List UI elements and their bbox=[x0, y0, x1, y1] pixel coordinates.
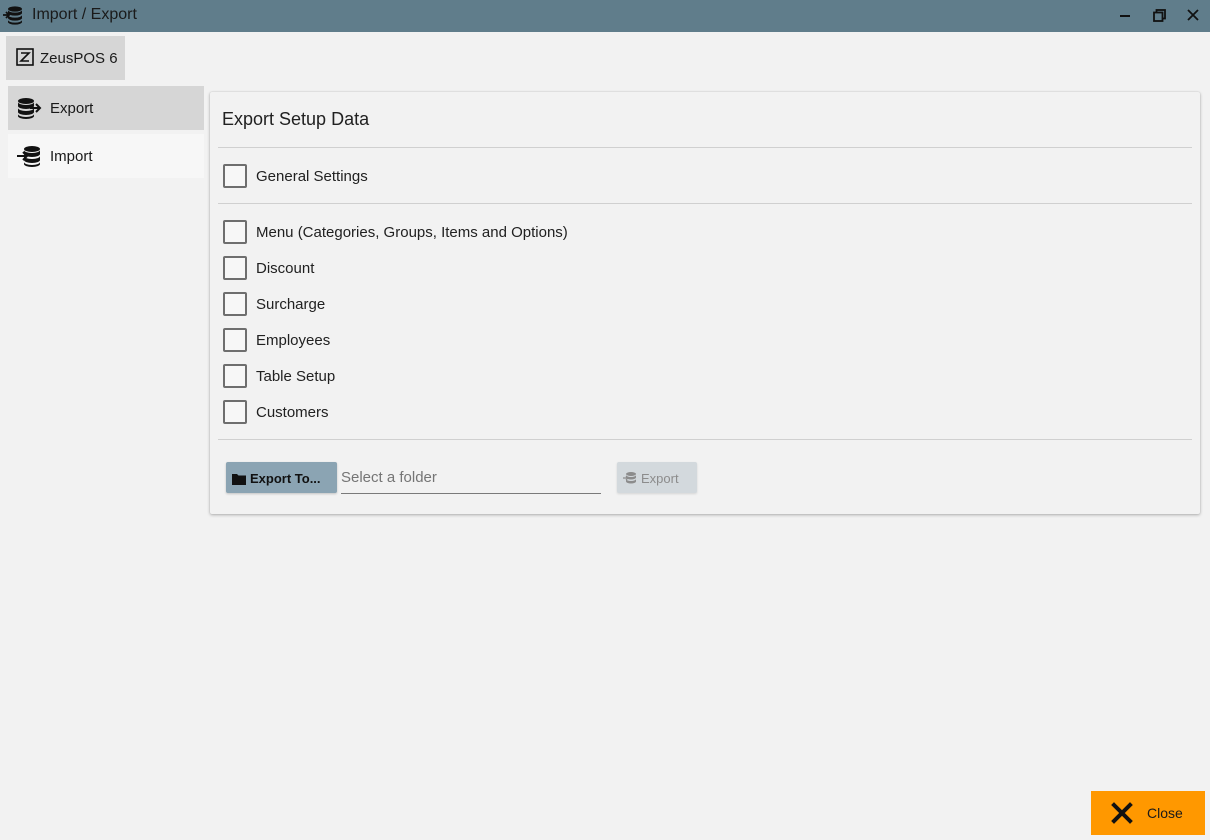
checkbox-box[interactable] bbox=[223, 220, 247, 244]
checkbox-general-settings[interactable]: General Settings bbox=[223, 163, 368, 189]
checkbox-box[interactable] bbox=[223, 292, 247, 316]
checkbox-label: Table Setup bbox=[256, 367, 336, 385]
checkbox-label: Employees bbox=[256, 331, 331, 349]
close-button[interactable]: Close bbox=[1091, 791, 1205, 835]
export-to-label: Export To... bbox=[250, 471, 321, 486]
import-export-window: Import / Export ZeusPOS 6 Export Import … bbox=[0, 0, 1210, 840]
sidebar-item-label: Import bbox=[50, 148, 93, 165]
checkbox-box[interactable] bbox=[223, 364, 247, 388]
window-close-button[interactable] bbox=[1181, 4, 1205, 26]
minimize-icon bbox=[1120, 15, 1130, 17]
divider bbox=[218, 147, 1192, 148]
window-title: Import / Export bbox=[32, 6, 137, 23]
close-button-label: Close bbox=[1147, 805, 1183, 821]
export-button-label: Export bbox=[641, 471, 679, 486]
title-bar: Import / Export bbox=[0, 0, 1210, 32]
checkbox-label: Discount bbox=[256, 259, 315, 277]
divider bbox=[218, 203, 1192, 204]
export-setup-panel: Export Setup Data General Settings Menu … bbox=[210, 92, 1200, 514]
restore-icon bbox=[1152, 8, 1166, 22]
database-import-icon bbox=[16, 143, 42, 169]
sidebar-item-label: Export bbox=[50, 100, 94, 117]
checkbox-box[interactable] bbox=[223, 328, 247, 352]
database-export-icon bbox=[623, 471, 637, 485]
database-export-icon bbox=[16, 95, 42, 121]
checkbox-discount[interactable]: Discount bbox=[223, 255, 314, 281]
checkbox-box[interactable] bbox=[223, 256, 247, 280]
checkbox-table-setup[interactable]: Table Setup bbox=[223, 363, 335, 389]
sidebar-item-import[interactable]: Import bbox=[8, 134, 204, 178]
sidebar-item-export[interactable]: Export bbox=[8, 86, 204, 130]
close-icon bbox=[1111, 802, 1133, 824]
checkbox-label: Menu (Categories, Groups, Items and Opti… bbox=[256, 223, 568, 241]
export-button[interactable]: Export bbox=[617, 462, 697, 493]
checkbox-box[interactable] bbox=[223, 400, 247, 424]
database-arrow-icon bbox=[2, 4, 24, 26]
checkbox-label: Customers bbox=[256, 403, 329, 421]
restore-button[interactable] bbox=[1147, 4, 1171, 26]
checkbox-label: Surcharge bbox=[256, 295, 326, 313]
minimize-button[interactable] bbox=[1113, 4, 1137, 26]
z-logo-icon bbox=[16, 48, 34, 66]
folder-icon bbox=[232, 472, 246, 485]
checkbox-box[interactable] bbox=[223, 164, 247, 188]
checkbox-surcharge[interactable]: Surcharge bbox=[223, 291, 325, 317]
export-to-button[interactable]: Export To... bbox=[226, 462, 337, 493]
app-tab-label: ZeusPOS 6 bbox=[40, 50, 118, 67]
checkbox-menu[interactable]: Menu (Categories, Groups, Items and Opti… bbox=[223, 219, 568, 245]
checkbox-label: General Settings bbox=[256, 167, 368, 185]
panel-title: Export Setup Data bbox=[222, 109, 370, 129]
checkbox-customers[interactable]: Customers bbox=[223, 399, 329, 425]
checkbox-employees[interactable]: Employees bbox=[223, 327, 330, 353]
divider bbox=[218, 439, 1192, 440]
app-tab-zeuspos[interactable]: ZeusPOS 6 bbox=[6, 36, 125, 80]
folder-path-input[interactable] bbox=[341, 462, 601, 494]
close-icon bbox=[1187, 9, 1199, 21]
